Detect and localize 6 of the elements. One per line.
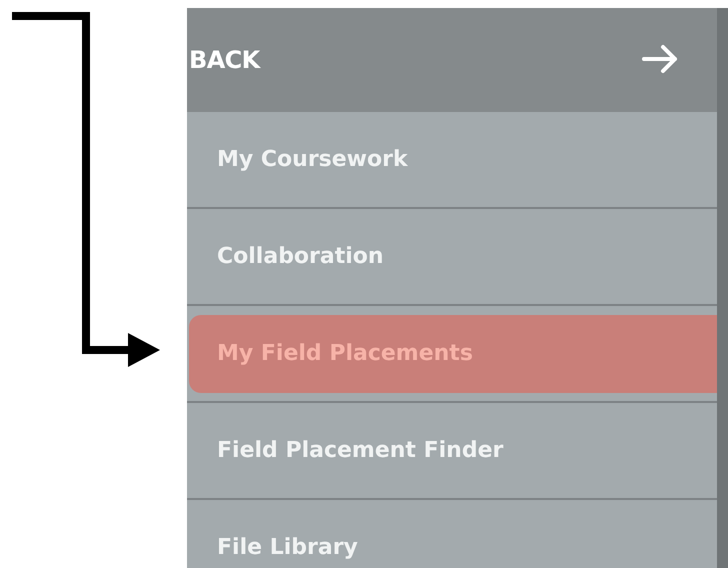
menu-item[interactable]: Field Placement Finder [189,412,717,490]
menu-item[interactable]: My Coursework [189,120,717,198]
arrow-right-icon[interactable] [641,44,679,76]
menu-item[interactable]: File Library [189,508,717,568]
back-label[interactable]: BACK [189,42,260,78]
menu-item[interactable]: Collaboration [189,218,717,296]
